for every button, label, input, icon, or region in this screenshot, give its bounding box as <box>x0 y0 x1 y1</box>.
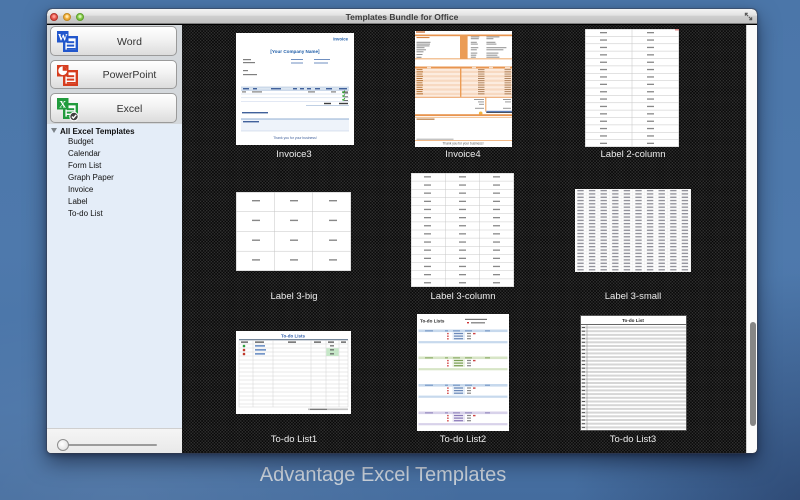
svg-text:To-do List: To-do List <box>622 318 644 323</box>
svg-text:W: W <box>58 33 68 43</box>
svg-text:Invoice: Invoice <box>333 37 348 42</box>
svg-text:[Your Company Name]: [Your Company Name] <box>270 49 320 54</box>
svg-text:X: X <box>59 100 66 110</box>
svg-text:To-do Lists: To-do Lists <box>281 334 305 339</box>
svg-text:Thank you for your business!: Thank you for your business! <box>273 136 317 140</box>
svg-text:To-do Lists: To-do Lists <box>420 319 445 324</box>
svg-text:Thank you for your business!: Thank you for your business! <box>443 141 484 145</box>
